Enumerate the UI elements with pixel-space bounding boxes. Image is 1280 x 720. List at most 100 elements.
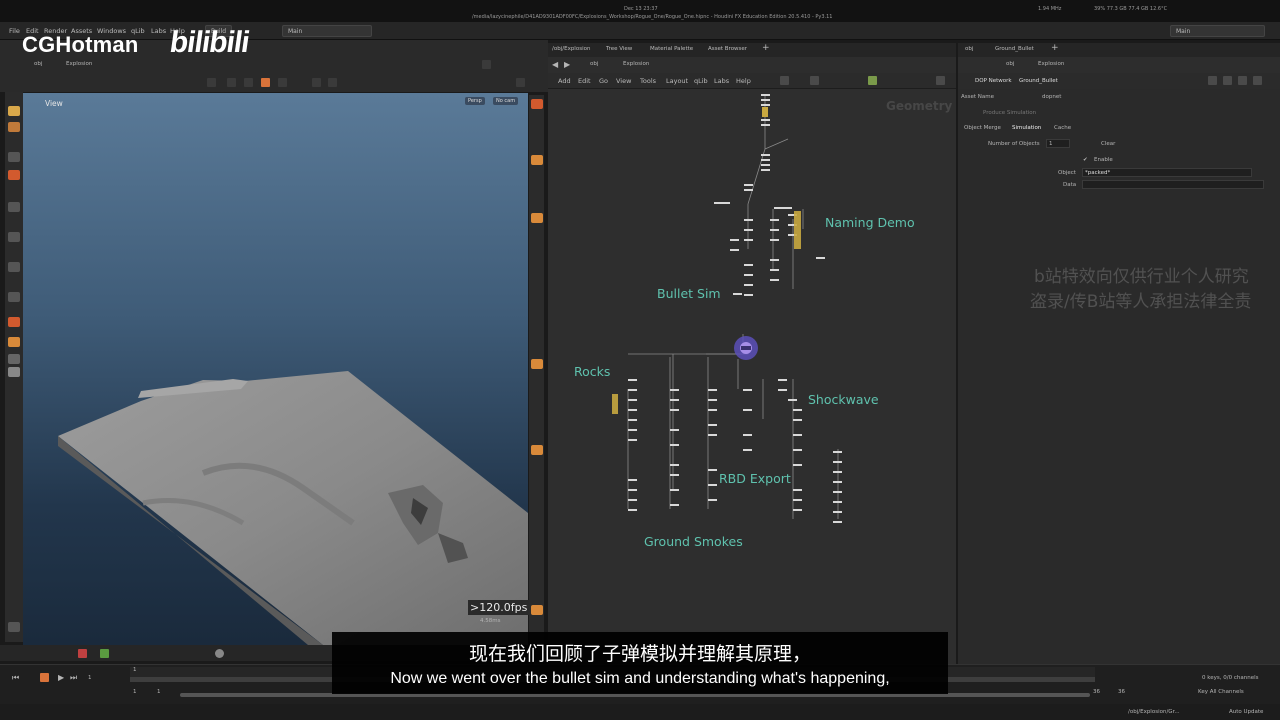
net-menu-view[interactable]: View — [616, 77, 631, 85]
range-start[interactable]: 1 — [133, 689, 137, 695]
magnet-active-icon[interactable] — [8, 317, 20, 327]
net-menu-layout[interactable]: Layout — [666, 77, 688, 85]
tab-obj[interactable]: obj — [965, 46, 973, 52]
range-start-2[interactable]: 1 — [157, 689, 161, 695]
handle-icon[interactable] — [8, 170, 20, 180]
help-icon[interactable] — [1223, 76, 1232, 85]
clear-button[interactable]: Clear — [1101, 141, 1115, 147]
node-name[interactable]: Ground_Bullet — [1019, 78, 1058, 84]
record-icon[interactable] — [78, 649, 87, 658]
visibility-icon[interactable] — [531, 445, 543, 455]
network-path-root[interactable]: obj — [590, 61, 598, 67]
jump-end-icon[interactable]: ⏭ — [70, 673, 77, 683]
scene-viewport[interactable] — [23, 93, 528, 645]
gear-icon[interactable] — [1208, 76, 1217, 85]
cghotman-logo: CGHotman — [22, 32, 139, 57]
key-all-channels-button[interactable]: Key All Channels — [1198, 689, 1244, 695]
tab-ground-bullet[interactable]: Ground_Bullet — [995, 46, 1034, 52]
tab-explosion[interactable]: /obj/Explosion — [552, 46, 590, 52]
menu-file[interactable]: File — [9, 27, 20, 35]
network-path-node[interactable]: Explosion — [623, 61, 649, 67]
menu-labs[interactable]: Labs — [151, 27, 166, 35]
net-menu-labs[interactable]: Labs — [714, 77, 729, 85]
subtab-simulation[interactable]: Simulation — [1012, 125, 1041, 131]
settings-icon[interactable] — [8, 622, 20, 632]
add-tab-icon[interactable]: + — [762, 43, 770, 53]
range-end[interactable]: 36 — [1093, 689, 1100, 695]
stop-icon[interactable] — [40, 673, 49, 682]
net-menu-tools[interactable]: Tools — [640, 77, 656, 85]
tab-asset-browser[interactable]: Asset Browser — [708, 46, 747, 52]
pose-icon[interactable] — [8, 152, 20, 162]
select-icon[interactable] — [8, 106, 20, 116]
enable-checkbox[interactable]: ✔ — [1083, 157, 1088, 163]
scale-tool-icon[interactable] — [278, 78, 287, 87]
context-watermark: Geometry — [886, 99, 953, 113]
camera-tool-icon[interactable] — [312, 78, 321, 87]
data-field[interactable] — [1082, 180, 1264, 189]
jump-start-icon[interactable]: ⏮ — [12, 673, 19, 683]
snap-tool-icon[interactable] — [328, 78, 337, 87]
sphere-icon[interactable] — [8, 354, 20, 364]
num-objects-field[interactable]: 1 — [1046, 139, 1070, 148]
viewport-path-node[interactable]: Explosion — [66, 61, 92, 67]
network-editor[interactable]: Geometry Naming Demo Bullet Sim Rocks Sh… — [548, 89, 956, 664]
camera-lock-icon[interactable] — [8, 337, 20, 347]
wrench-icon[interactable] — [780, 76, 789, 85]
select-tool-icon[interactable] — [207, 78, 216, 87]
net-menu-add[interactable]: Add — [558, 77, 571, 85]
play-icon[interactable]: ▶ — [58, 673, 64, 682]
move-tool-icon[interactable] — [227, 78, 236, 87]
grid-icon[interactable] — [8, 262, 20, 272]
tab-tree-view[interactable]: Tree View — [606, 46, 632, 52]
param-path-node[interactable]: Explosion — [1038, 61, 1064, 67]
net-menu-go[interactable]: Go — [599, 77, 608, 85]
net-menu-help[interactable]: Help — [736, 77, 751, 85]
tab-material-palette[interactable]: Material Palette — [650, 46, 693, 52]
search-icon[interactable] — [936, 76, 945, 85]
range-end-2[interactable]: 36 — [1118, 689, 1125, 695]
forward-arrow-icon[interactable]: ▶ — [564, 60, 570, 69]
current-frame[interactable]: 1 — [88, 675, 92, 681]
net-menu-qlib[interactable]: qLib — [694, 77, 708, 85]
desktop-select-left[interactable]: Main — [282, 25, 372, 37]
copyright-notice-1: b站特效向仅供行业个人研究 — [1034, 267, 1249, 287]
asset-name-label: Asset Name — [961, 94, 995, 100]
display-icon[interactable] — [531, 213, 543, 223]
viewport-path-root[interactable]: obj — [34, 61, 42, 67]
shading-icon[interactable] — [531, 99, 543, 109]
rotate-tool-icon[interactable] — [244, 78, 253, 87]
color-palette-icon[interactable] — [868, 76, 877, 85]
realtime-icon[interactable] — [215, 649, 224, 658]
add-param-tab-icon[interactable]: + — [1051, 43, 1059, 53]
handle-tool-icon[interactable] — [261, 78, 270, 87]
search-params-icon[interactable] — [1238, 76, 1247, 85]
camera-button[interactable]: No cam — [493, 97, 519, 105]
subtitle-chinese: 现在我们回顾了子弹模拟并理解其原理， — [468, 643, 811, 665]
auto-update-button[interactable]: Auto Update — [1229, 709, 1263, 715]
desktop-select-right[interactable]: Main — [1170, 25, 1265, 37]
grid-view-icon[interactable] — [810, 76, 819, 85]
transform-icon[interactable] — [8, 122, 20, 132]
pin-icon[interactable] — [482, 60, 491, 69]
cpu-readout: 1.94 MHz — [1038, 6, 1062, 12]
back-arrow-icon[interactable]: ◀ — [552, 60, 558, 69]
param-path-root[interactable]: obj — [1006, 61, 1014, 67]
display-options-icon[interactable] — [516, 78, 525, 87]
info-icon[interactable] — [531, 605, 543, 615]
object-field[interactable]: *packed* — [1082, 168, 1252, 177]
magnet-icon[interactable] — [8, 292, 20, 302]
render-icon[interactable] — [8, 367, 20, 377]
info-params-icon[interactable] — [1253, 76, 1262, 85]
asset-name-value[interactable]: dopnet — [1042, 94, 1061, 100]
net-menu-edit[interactable]: Edit — [578, 77, 591, 85]
status-path: /obj/Explosion/Gr... — [1128, 709, 1180, 715]
subtab-object-merge[interactable]: Object Merge — [964, 125, 1001, 131]
subtab-cache[interactable]: Cache — [1054, 125, 1071, 131]
lighting-icon[interactable] — [531, 155, 543, 165]
flipbook-icon[interactable] — [100, 649, 109, 658]
wireframe-icon[interactable] — [531, 359, 543, 369]
snap-icon[interactable] — [8, 232, 20, 242]
persp-button[interactable]: Persp — [465, 97, 485, 105]
view-icon[interactable] — [8, 202, 20, 212]
